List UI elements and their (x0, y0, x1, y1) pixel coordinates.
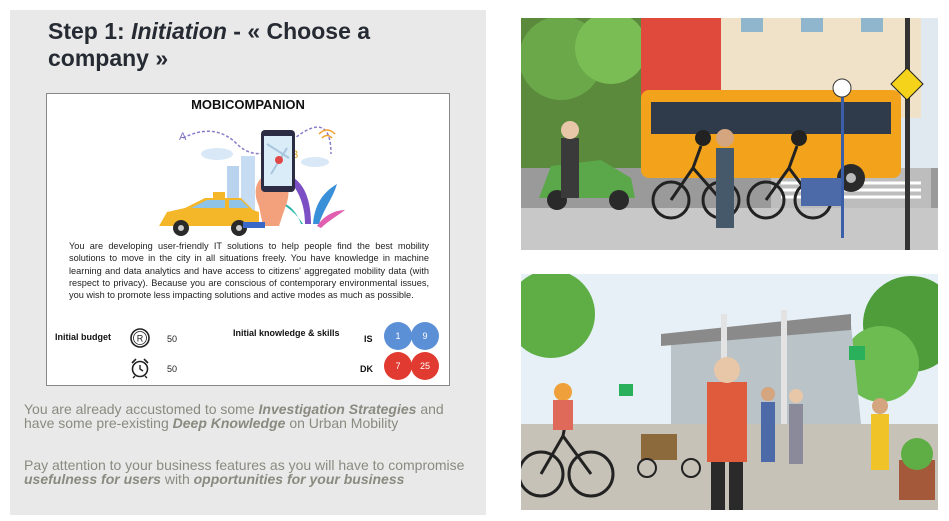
company-description: You are developing user-friendly IT solu… (69, 241, 429, 301)
note-knowledge: You are already accustomed to some Inves… (24, 401, 444, 431)
is-value-circle: 9 (411, 322, 439, 350)
slide-title: Step 1: Initiation - « Choose a company … (48, 18, 371, 71)
note-business: Pay attention to your business features … (24, 457, 465, 487)
company-name: MOBICOMPANION (191, 97, 305, 112)
money-value: 50 (167, 334, 178, 344)
company-card: MOBICOMPANION A B You (46, 93, 450, 386)
time-value: 50 (167, 364, 178, 374)
svg-text:R: R (137, 334, 144, 344)
alarm-clock-icon (131, 358, 149, 379)
future-street-illustration (521, 274, 938, 510)
current-street-illustration (521, 18, 938, 250)
knowledge-label: Initial knowledge & skills (233, 328, 340, 338)
money-icon: R (130, 328, 150, 348)
dk-value-circle: 25 (411, 352, 439, 380)
dk-label: DK (360, 364, 373, 374)
is-value-circle: 1 (384, 322, 412, 350)
is-label: IS (364, 334, 373, 344)
budget-label: Initial budget (55, 332, 111, 342)
dk-value-circle: 7 (384, 352, 412, 380)
svg-text:A: A (179, 131, 187, 143)
phone-taxi-illustration: A B (159, 126, 345, 236)
